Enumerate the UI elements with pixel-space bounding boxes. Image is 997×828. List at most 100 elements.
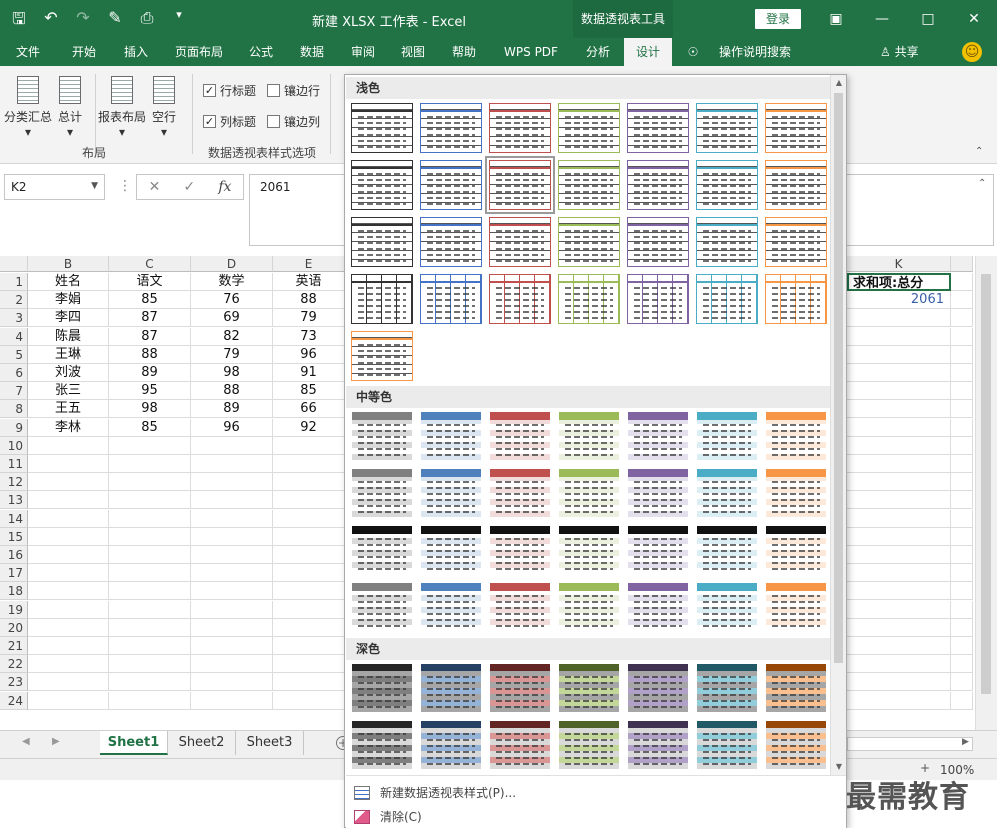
row-header[interactable]: 12 — [0, 473, 28, 491]
table-cell[interactable] — [951, 619, 973, 637]
grand-totals-button[interactable]: 总计 ▾ — [46, 76, 94, 139]
table-cell[interactable] — [847, 673, 951, 691]
medium-style-swatch[interactable] — [627, 525, 689, 575]
minimize-icon[interactable]: — — [859, 0, 905, 38]
table-cell[interactable] — [951, 273, 973, 291]
gallery-scroll-thumb[interactable] — [834, 93, 843, 663]
table-cell[interactable] — [109, 692, 191, 710]
tab-insert[interactable]: 插入 — [112, 38, 160, 66]
table-cell[interactable] — [191, 582, 273, 600]
table-cell[interactable] — [951, 473, 973, 491]
light-style-swatch[interactable] — [351, 160, 413, 210]
table-cell[interactable] — [109, 510, 191, 528]
ribbon-display-options-icon[interactable]: ▣ — [813, 0, 859, 38]
new-pivot-style-menu-item[interactable]: 新建数据透视表样式(P)... — [354, 784, 516, 801]
formula-bar-grip-icon[interactable]: ⋮ — [118, 178, 132, 194]
insert-function-icon[interactable]: fx — [218, 179, 231, 195]
medium-style-swatch[interactable] — [420, 411, 482, 461]
table-cell[interactable] — [109, 637, 191, 655]
table-cell[interactable] — [28, 673, 109, 691]
row-header[interactable]: 18 — [0, 582, 28, 600]
tab-file[interactable]: 文件 — [4, 38, 52, 66]
row-header[interactable]: 21 — [0, 637, 28, 655]
table-cell[interactable] — [273, 673, 345, 691]
medium-style-swatch[interactable] — [765, 411, 827, 461]
table-cell[interactable]: 语文 — [109, 273, 191, 291]
table-cell[interactable]: 88 — [109, 346, 191, 364]
table-cell[interactable] — [951, 382, 973, 400]
table-cell[interactable]: 79 — [191, 346, 273, 364]
table-cell[interactable] — [273, 546, 345, 564]
table-cell[interactable] — [109, 601, 191, 619]
dark-style-swatch[interactable] — [627, 663, 689, 713]
table-cell[interactable]: 英语 — [273, 273, 345, 291]
table-cell[interactable] — [847, 528, 951, 546]
row-header[interactable]: 20 — [0, 619, 28, 637]
table-cell[interactable] — [847, 364, 951, 382]
sheet-tab-sheet2[interactable]: Sheet2 — [168, 731, 236, 755]
medium-style-swatch[interactable] — [696, 411, 758, 461]
light-style-swatch[interactable] — [489, 217, 551, 267]
table-cell[interactable] — [109, 673, 191, 691]
table-cell[interactable] — [109, 437, 191, 455]
medium-style-swatch[interactable] — [420, 468, 482, 518]
table-cell[interactable] — [273, 655, 345, 673]
tab-view[interactable]: 视图 — [390, 38, 436, 66]
tell-me-search[interactable]: 操作说明搜索 — [710, 38, 800, 66]
table-cell[interactable]: 李林 — [28, 419, 109, 437]
table-cell[interactable] — [191, 673, 273, 691]
table-cell[interactable] — [28, 564, 109, 582]
light-style-swatch[interactable] — [351, 217, 413, 267]
collapse-ribbon-icon[interactable]: ⌃ — [975, 146, 983, 157]
table-cell[interactable] — [191, 601, 273, 619]
table-cell[interactable] — [273, 582, 345, 600]
light-style-swatch[interactable] — [489, 103, 551, 153]
table-cell[interactable] — [847, 346, 951, 364]
row-header[interactable]: 16 — [0, 546, 28, 564]
table-cell[interactable] — [273, 473, 345, 491]
table-cell[interactable] — [847, 491, 951, 509]
medium-style-swatch[interactable] — [765, 468, 827, 518]
column-header-k[interactable]: K — [847, 256, 951, 272]
table-cell[interactable] — [191, 473, 273, 491]
table-cell[interactable] — [951, 491, 973, 509]
blank-rows-button[interactable]: 空行 ▾ — [140, 76, 188, 139]
light-style-swatch[interactable] — [627, 274, 689, 324]
table-cell[interactable] — [847, 510, 951, 528]
table-cell[interactable] — [273, 455, 345, 473]
table-cell[interactable] — [191, 437, 273, 455]
light-style-swatch[interactable] — [627, 217, 689, 267]
medium-style-swatch[interactable] — [420, 582, 482, 632]
row-header[interactable]: 22 — [0, 655, 28, 673]
redo-icon[interactable]: ↷ — [72, 8, 94, 35]
table-cell[interactable]: 98 — [109, 400, 191, 418]
dark-style-swatch[interactable] — [558, 720, 620, 770]
table-cell[interactable]: 89 — [109, 364, 191, 382]
table-cell[interactable] — [273, 564, 345, 582]
light-style-swatch[interactable] — [765, 103, 827, 153]
medium-style-swatch[interactable] — [696, 582, 758, 632]
sheet-tab-sheet1[interactable]: Sheet1 — [100, 731, 168, 755]
table-cell[interactable]: 88 — [191, 382, 273, 400]
medium-style-swatch[interactable] — [351, 468, 413, 518]
table-cell[interactable] — [28, 437, 109, 455]
enter-icon[interactable]: ✓ — [183, 179, 195, 195]
close-icon[interactable]: ✕ — [951, 0, 997, 38]
table-cell[interactable]: 求和项:总分 — [847, 273, 951, 291]
medium-style-swatch[interactable] — [420, 525, 482, 575]
column-header-c[interactable]: C — [109, 256, 191, 272]
light-style-swatch[interactable] — [420, 274, 482, 324]
row-header[interactable]: 6 — [0, 364, 28, 382]
table-cell[interactable] — [847, 455, 951, 473]
table-cell[interactable] — [191, 546, 273, 564]
table-cell[interactable]: 王五 — [28, 400, 109, 418]
format-painter-icon[interactable]: ✎ — [104, 8, 126, 35]
dark-style-swatch[interactable] — [420, 663, 482, 713]
table-cell[interactable]: 数学 — [191, 273, 273, 291]
table-cell[interactable] — [191, 637, 273, 655]
table-cell[interactable] — [109, 473, 191, 491]
light-style-swatch[interactable] — [765, 217, 827, 267]
table-cell[interactable]: 87 — [109, 309, 191, 327]
table-cell[interactable] — [847, 382, 951, 400]
tab-help[interactable]: 帮助 — [440, 38, 488, 66]
